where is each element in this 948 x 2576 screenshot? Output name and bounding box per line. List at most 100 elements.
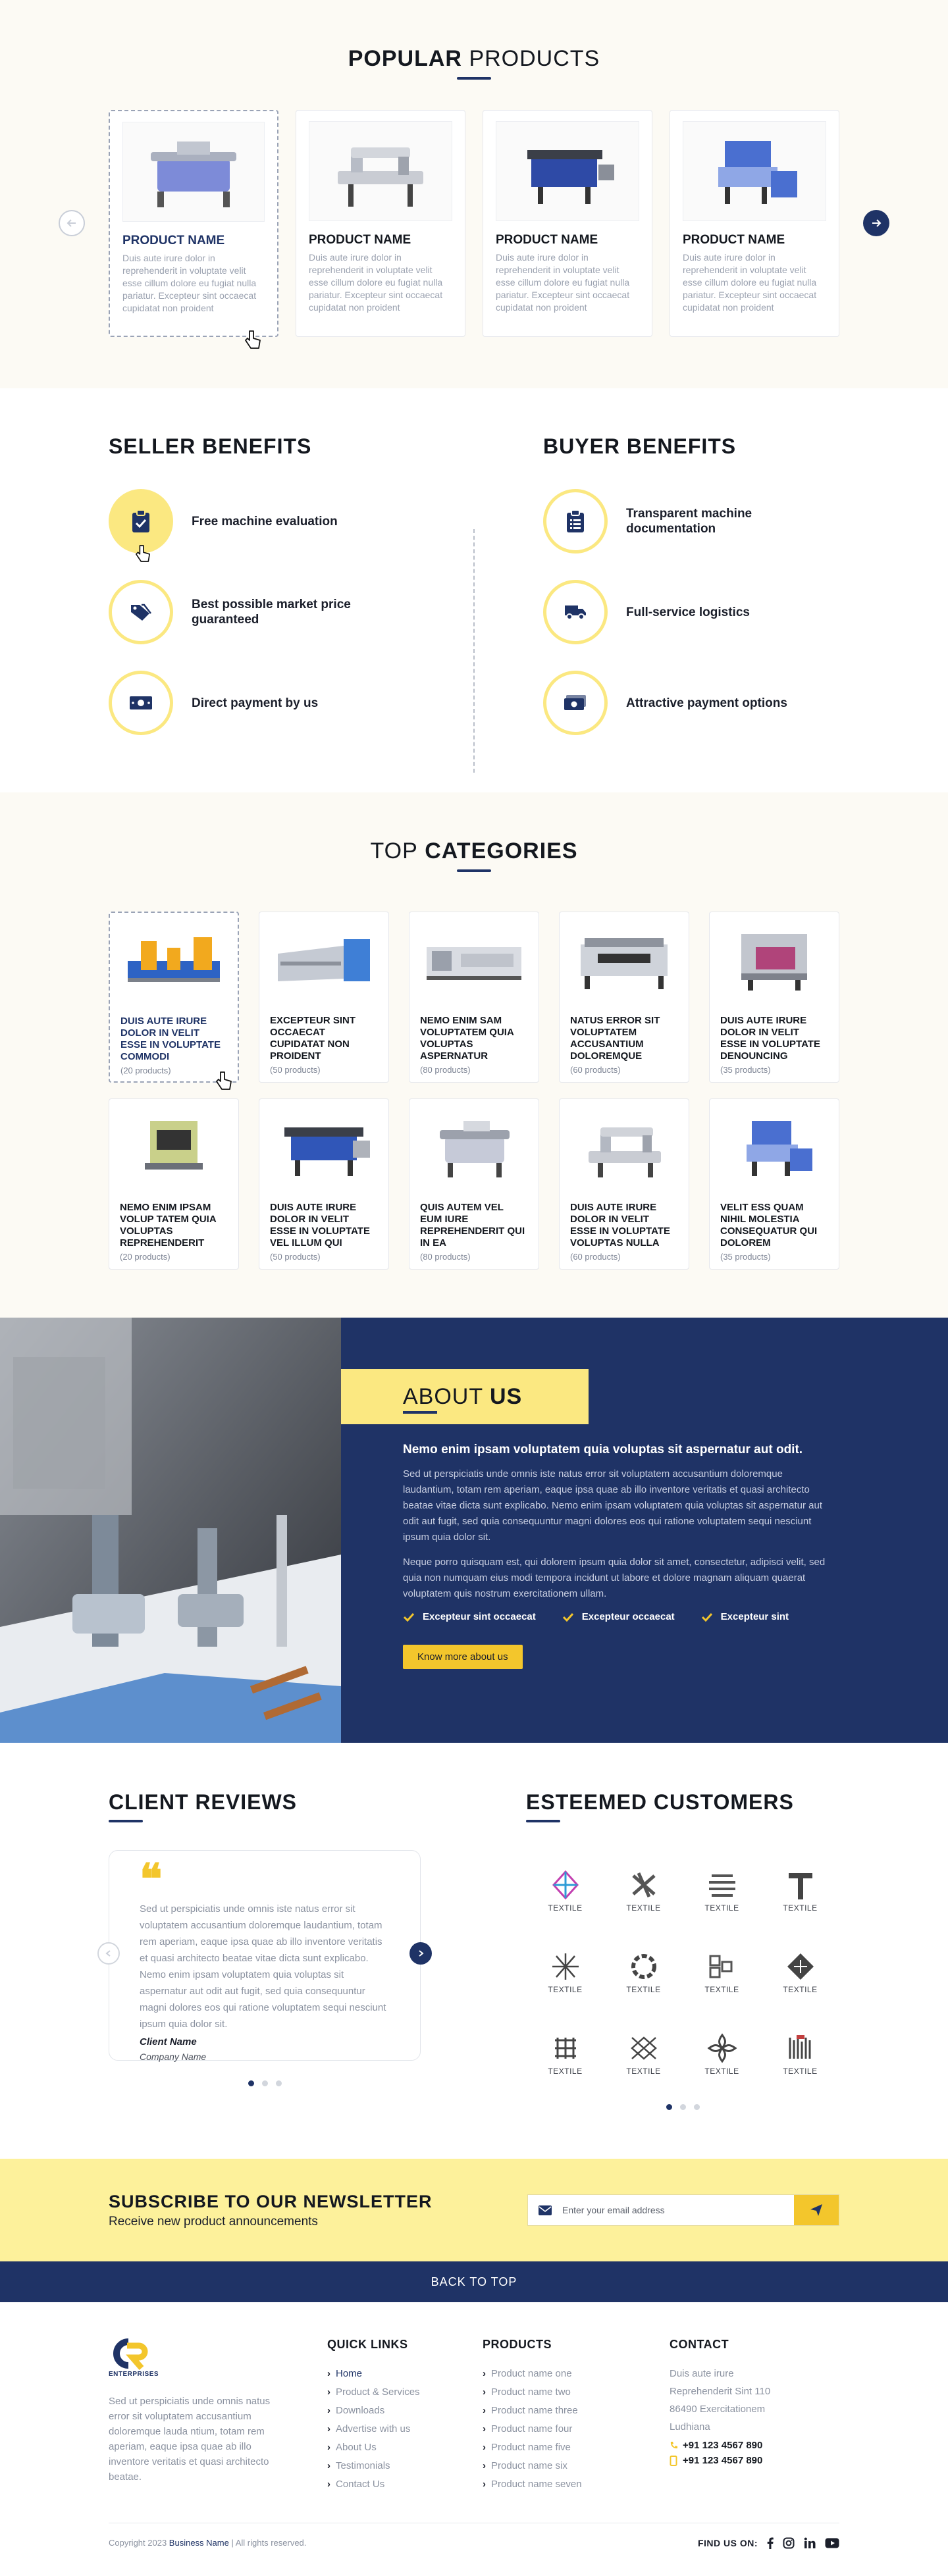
carousel-next-button[interactable] (863, 210, 889, 236)
footer-product-link[interactable]: › Product name three (483, 2402, 670, 2420)
linkedin-icon[interactable] (804, 2537, 816, 2549)
benefit-icon-circle (109, 671, 173, 735)
footer-about: Sed ut perspiciatis unde omnis natus err… (109, 2396, 271, 2483)
subscribe-button[interactable] (794, 2195, 839, 2225)
pagination-dot[interactable] (679, 2104, 686, 2110)
footer-link-contact[interactable]: › Contact Us (327, 2475, 483, 2494)
back-to-top-button[interactable]: BACK TO TOP (0, 2261, 948, 2302)
category-name[interactable]: NATUS ERROR SIT VOLUPTATEM ACCUSANTIUM D… (570, 1015, 678, 1062)
product-name[interactable]: PRODUCT NAME (122, 234, 265, 248)
check-item: Excepteur sint (701, 1611, 789, 1622)
category-name[interactable]: EXCEPTEUR SINT OCCAECAT CUPIDATAT NON PR… (270, 1015, 378, 1062)
client-name: Client Name (140, 2036, 197, 2048)
category-image (420, 922, 528, 998)
category-image (420, 1109, 528, 1185)
hand-cursor-icon (216, 1071, 232, 1090)
instagram-icon[interactable] (783, 2537, 795, 2549)
category-name[interactable]: NEMO ENIM IPSAM VOLUP TATEM QUIA VOLUPTA… (120, 1202, 228, 1249)
category-name[interactable]: DUIS AUTE IRURE DOLOR IN VELIT ESSE IN V… (270, 1202, 378, 1249)
pagination-dot[interactable] (693, 2104, 700, 2110)
truck-icon (565, 605, 586, 620)
category-card[interactable]: QUIS AUTEM VEL EUM IURE REPREHENDERIT QU… (409, 1098, 539, 1270)
about-paragraph: Sed ut perspiciatis unde omnis iste natu… (403, 1468, 823, 1543)
review-next-button[interactable] (409, 1942, 432, 1965)
customer-logo: TEXTILE (526, 1942, 604, 2003)
business-name-link[interactable]: Business Name (169, 2538, 229, 2548)
footer-product-link[interactable]: › Product name two (483, 2383, 670, 2402)
copyright: Copyright 2023 Business Name | All right… (109, 2538, 307, 2548)
product-card[interactable]: PRODUCT NAME Duis aute irure dolor in re… (109, 110, 278, 337)
customer-logo: TEXTILE (604, 1861, 683, 1921)
mobile-link[interactable]: +91 123 4567 890 (670, 2455, 839, 2466)
footer-product-link[interactable]: › Product name six (483, 2457, 670, 2475)
category-name[interactable]: NEMO ENIM SAM VOLUPTATEM QUIA VOLUPTAS A… (420, 1015, 528, 1062)
category-card[interactable]: DUIS AUTE IRURE DOLOR IN VELIT ESSE IN V… (109, 912, 239, 1090)
product-name[interactable]: PRODUCT NAME (496, 233, 639, 247)
phone-link[interactable]: +91 123 4567 890 (670, 2440, 839, 2451)
footer-product-link[interactable]: › Product name five (483, 2438, 670, 2457)
category-card[interactable]: VELIT ESS QUAM NIHIL MOLESTIA CONSEQUATU… (709, 1098, 839, 1270)
footer-product-link[interactable]: › Product name four (483, 2420, 670, 2438)
know-more-button[interactable]: Know more about us (403, 1645, 523, 1669)
textile-logo-icon (788, 1873, 812, 1899)
benefit-item[interactable]: Transparent machine documentation (543, 489, 839, 554)
review-prev-button[interactable] (97, 1942, 120, 1965)
category-name[interactable]: VELIT ESS QUAM NIHIL MOLESTIA CONSEQUATU… (720, 1202, 828, 1249)
carousel-prev-button[interactable] (59, 210, 85, 236)
product-name[interactable]: PRODUCT NAME (309, 233, 452, 247)
category-card[interactable]: NEMO ENIM SAM VOLUPTATEM QUIA VOLUPTAS A… (409, 912, 539, 1083)
product-card[interactable]: PRODUCT NAME Duis aute irure dolor in re… (670, 110, 839, 337)
category-card[interactable]: NATUS ERROR SIT VOLUPTATEM ACCUSANTIUM D… (559, 912, 689, 1083)
email-input[interactable] (562, 2195, 794, 2225)
check-icon (701, 1612, 712, 1622)
footer-product-link[interactable]: › Product name one (483, 2365, 670, 2383)
benefit-item[interactable]: Direct payment by us (109, 671, 405, 735)
about-checklist: Excepteur sint occaecat Excepteur occaec… (403, 1611, 830, 1622)
chevron-right-icon: › (483, 2386, 486, 2398)
benefits-divider (473, 529, 475, 773)
money-check-icon (564, 695, 586, 710)
footer-link-testimonials[interactable]: › Testimonials (327, 2457, 483, 2475)
product-card[interactable]: PRODUCT NAME Duis aute irure dolor in re… (296, 110, 465, 337)
pagination-dot[interactable] (248, 2080, 254, 2086)
benefit-item[interactable]: Full-service logistics (543, 580, 839, 644)
benefits-section: SELLER BENEFITS Free machine evaluation (0, 388, 948, 792)
category-card[interactable]: DUIS AUTE IRURE DOLOR IN VELIT ESSE IN V… (559, 1098, 689, 1270)
customer-logo: TEXTILE (526, 1861, 604, 1921)
category-count: (80 products) (420, 1065, 471, 1075)
benefit-item[interactable]: Free machine evaluation (109, 489, 405, 562)
category-card[interactable]: EXCEPTEUR SINT OCCAECAT CUPIDATAT NON PR… (259, 912, 389, 1083)
footer-link-home[interactable]: › Home (327, 2365, 483, 2383)
category-card[interactable]: DUIS AUTE IRURE DOLOR IN VELIT ESSE IN V… (709, 912, 839, 1083)
category-card[interactable]: NEMO ENIM IPSAM VOLUP TATEM QUIA VOLUPTA… (109, 1098, 239, 1270)
category-name[interactable]: QUIS AUTEM VEL EUM IURE REPREHENDERIT QU… (420, 1202, 528, 1249)
footer-link-downloads[interactable]: › Downloads (327, 2402, 483, 2420)
footer-link-about[interactable]: › About Us (327, 2438, 483, 2457)
about-paragraph: Neque porro quisquam est, qui dolorem ip… (403, 1557, 826, 1599)
pagination-dot[interactable] (275, 2080, 282, 2086)
company-logo[interactable]: ENTERPRISES (109, 2338, 161, 2378)
product-name[interactable]: PRODUCT NAME (683, 233, 826, 247)
product-description: Duis aute irure dolor in reprehenderit i… (309, 252, 443, 313)
footer-link-products-services[interactable]: › Product & Services (327, 2383, 483, 2402)
product-card[interactable]: PRODUCT NAME Duis aute irure dolor in re… (483, 110, 652, 337)
quick-links-heading: QUICK LINKS (327, 2338, 408, 2351)
category-name[interactable]: DUIS AUTE IRURE DOLOR IN VELIT ESSE IN V… (120, 1016, 227, 1063)
youtube-icon[interactable] (825, 2538, 839, 2548)
facebook-icon[interactable] (767, 2537, 774, 2549)
chevron-right-icon: › (483, 2368, 486, 2379)
category-name[interactable]: DUIS AUTE IRURE DOLOR IN VELIT ESSE IN V… (570, 1202, 678, 1249)
pagination-dot[interactable] (261, 2080, 268, 2086)
product-carousel: PRODUCT NAME Duis aute irure dolor in re… (59, 110, 889, 349)
footer-link-advertise[interactable]: › Advertise with us (327, 2420, 483, 2438)
benefit-item[interactable]: Best possible market price guaranteed (109, 580, 405, 644)
footer-product-link[interactable]: › Product name seven (483, 2475, 670, 2494)
category-card[interactable]: DUIS AUTE IRURE DOLOR IN VELIT ESSE IN V… (259, 1098, 389, 1270)
pagination-dot[interactable] (666, 2104, 672, 2110)
arrow-right-icon (872, 219, 882, 227)
category-image (120, 923, 227, 998)
customer-logo: TEXTILE (604, 1942, 683, 2003)
category-name[interactable]: DUIS AUTE IRURE DOLOR IN VELIT ESSE IN V… (720, 1015, 828, 1062)
chevron-right-icon: › (327, 2479, 330, 2490)
benefit-item[interactable]: Attractive payment options (543, 671, 839, 735)
